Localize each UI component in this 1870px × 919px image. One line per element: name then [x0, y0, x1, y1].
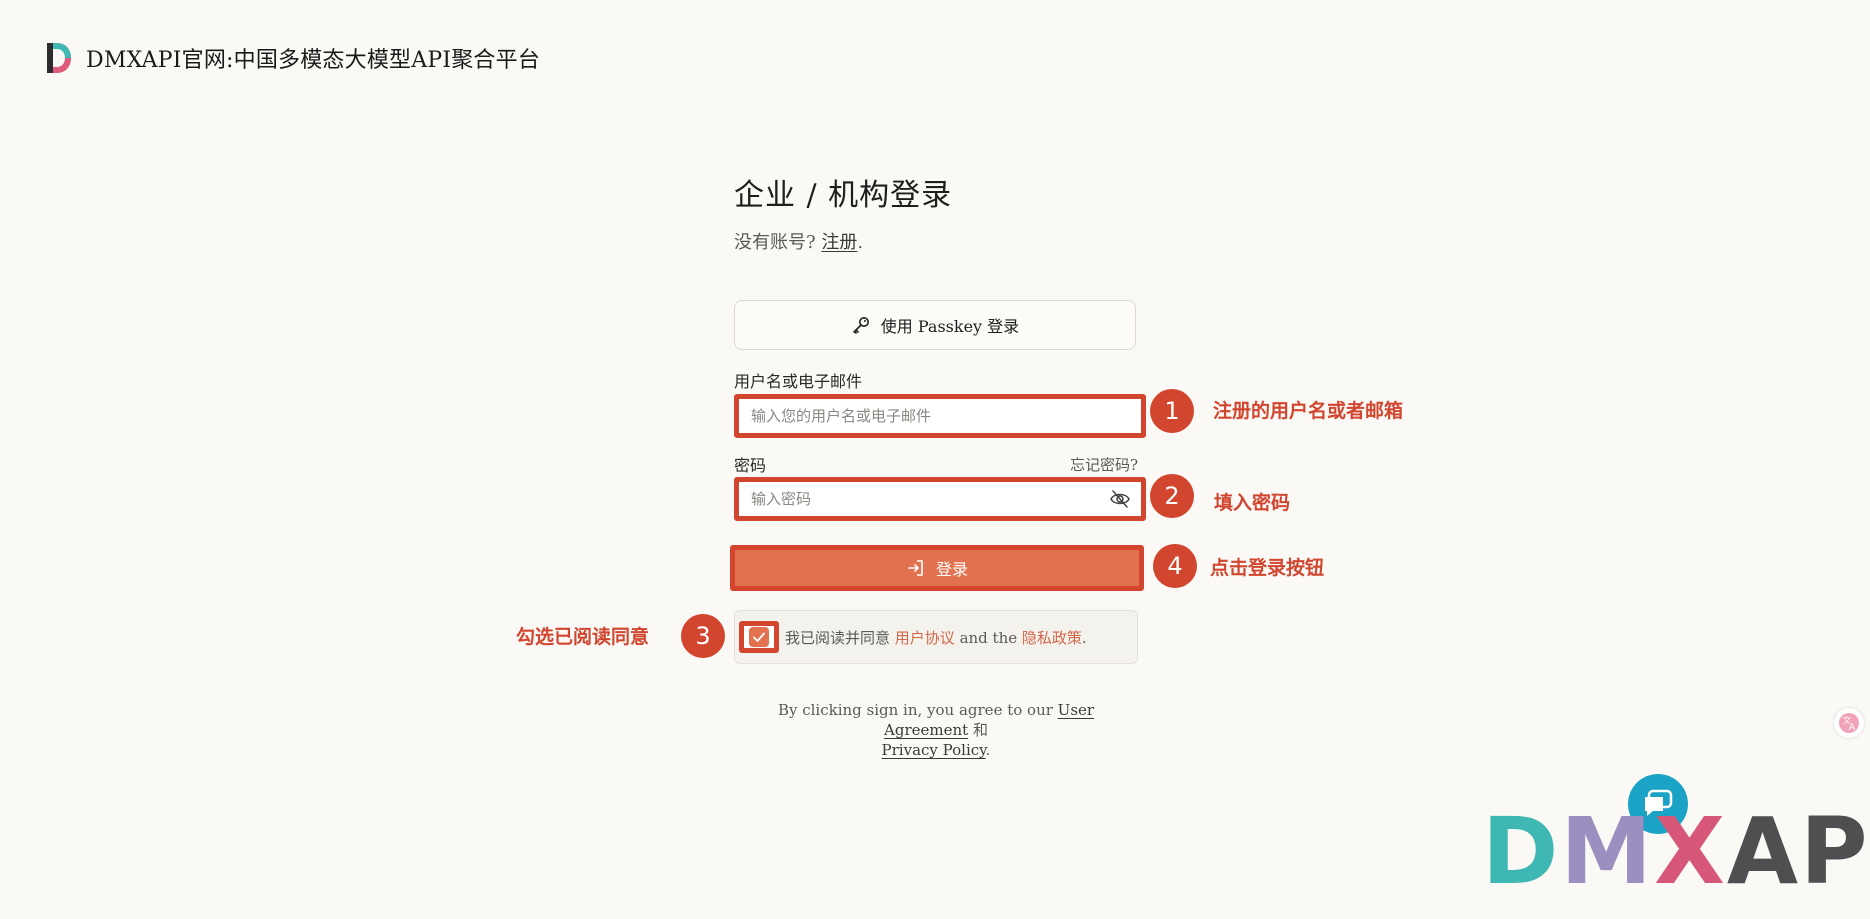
- agreement-text: 我已阅读并同意 用户协议 and the 隐私政策.: [785, 627, 1087, 648]
- privacy-policy-link[interactable]: 隐私政策: [1022, 629, 1082, 647]
- eye-off-icon[interactable]: [1109, 488, 1131, 510]
- callout-2-badge: 2: [1150, 474, 1194, 518]
- register-prompt-suffix: .: [857, 232, 864, 253]
- site-header: DMXAPI官网:中国多模态大模型API聚合平台: [44, 40, 540, 76]
- password-label: 密码: [734, 456, 767, 475]
- check-icon: [749, 627, 769, 647]
- username-input[interactable]: [749, 406, 1131, 426]
- page-title: 企业 / 机构登录: [734, 178, 953, 213]
- footer-prefix: By clicking sign in, you agree to our: [777, 701, 1058, 719]
- agreement-middle: and the: [954, 628, 1022, 647]
- watermark-letter: P: [1800, 798, 1870, 905]
- password-input[interactable]: [749, 489, 1109, 509]
- callout-3-text: 勾选已阅读同意: [516, 626, 650, 648]
- key-icon: [852, 317, 869, 334]
- register-prompt: 没有账号? 注册.: [734, 228, 1138, 254]
- passkey-label: 使用 Passkey 登录: [880, 317, 1020, 336]
- agree-checkbox[interactable]: [739, 621, 779, 653]
- login-button[interactable]: 登录: [730, 545, 1144, 591]
- user-agreement-link[interactable]: 用户协议: [895, 629, 955, 647]
- register-prompt-text: 没有账号?: [734, 232, 822, 253]
- svg-text:A: A: [1849, 723, 1856, 733]
- brand-watermark: DMXAPI: [1482, 806, 1870, 898]
- watermark-letter: D: [1482, 798, 1561, 905]
- watermark-letter: A: [1726, 798, 1801, 905]
- agreement-prefix: 我已阅读并同意: [785, 628, 895, 647]
- callout-4-text: 点击登录按钮: [1210, 557, 1325, 579]
- login-arrow-icon: [908, 560, 923, 576]
- logo-icon[interactable]: [44, 41, 72, 75]
- watermark-letter: M: [1560, 798, 1654, 905]
- password-field-frame: [734, 477, 1146, 521]
- watermark-letter: X: [1653, 798, 1727, 905]
- forgot-password-link[interactable]: 忘记密码?: [1070, 454, 1138, 475]
- footer-middle: 和: [968, 721, 988, 739]
- login-button-label: 登录: [935, 560, 968, 579]
- callout-1-text: 注册的用户名或者邮箱: [1213, 400, 1404, 422]
- site-title[interactable]: DMXAPI官网:中国多模态大模型API聚合平台: [86, 42, 540, 74]
- agreement-box: 我已阅读并同意 用户协议 and the 隐私政策.: [734, 610, 1138, 664]
- callout-2-text: 填入密码: [1214, 492, 1291, 514]
- footer-suffix: .: [985, 741, 991, 759]
- footer-note: By clicking sign in, you agree to our Us…: [734, 700, 1138, 760]
- callout-1-badge: 1: [1150, 389, 1194, 433]
- callout-4-badge: 4: [1153, 544, 1197, 588]
- callout-3-badge: 3: [681, 614, 725, 658]
- username-label: 用户名或电子邮件: [734, 372, 863, 391]
- translate-icon[interactable]: 文 A: [1834, 708, 1864, 738]
- login-form: 企业 / 机构登录 没有账号? 注册. 使用 Passkey 登录 用户名或电子…: [730, 170, 1146, 759]
- username-field-frame: [734, 394, 1146, 438]
- register-link[interactable]: 注册: [821, 232, 857, 253]
- agreement-suffix: .: [1081, 628, 1087, 647]
- passkey-login-button[interactable]: 使用 Passkey 登录: [734, 300, 1136, 350]
- footer-privacy-policy-link[interactable]: Privacy Policy: [882, 741, 986, 759]
